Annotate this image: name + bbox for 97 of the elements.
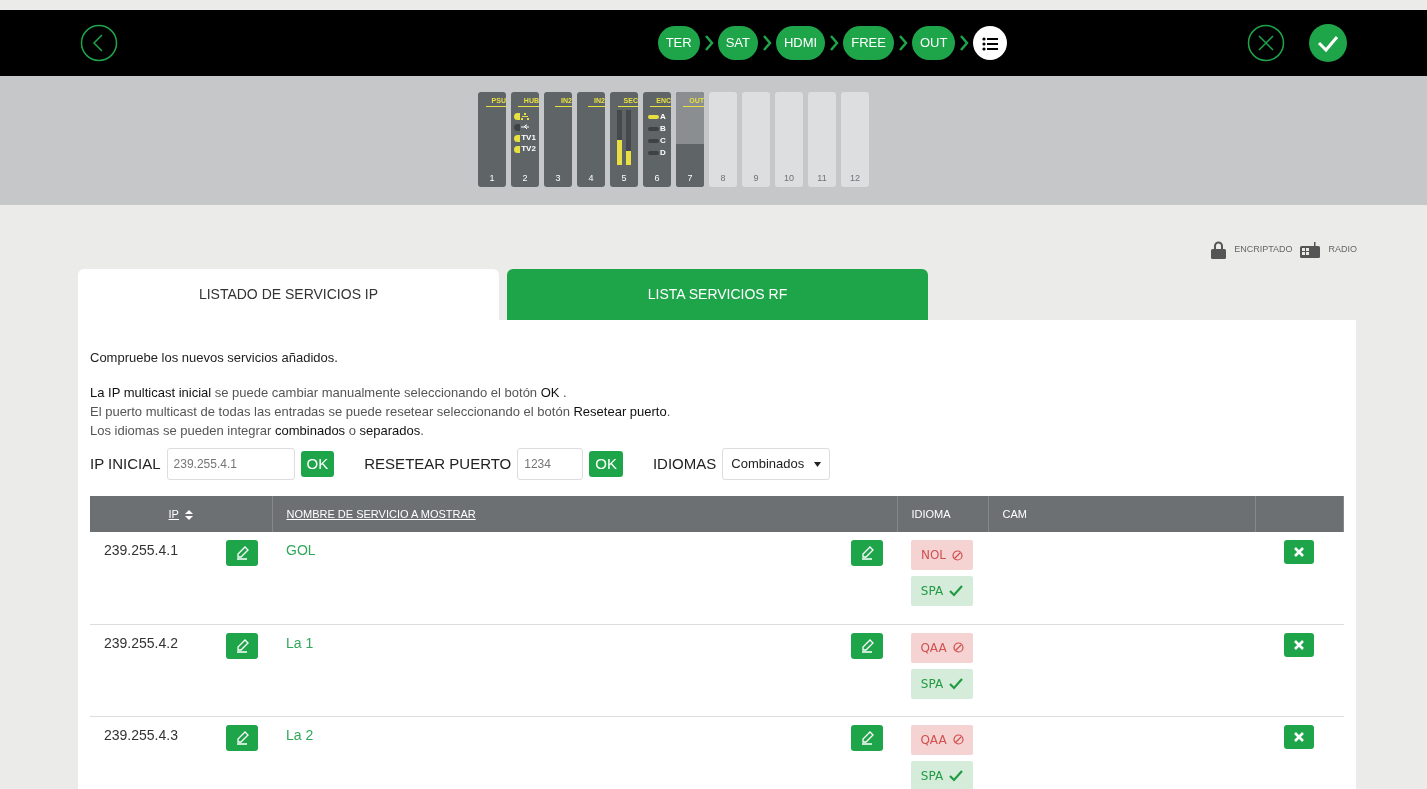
languages-label: IDIOMAS bbox=[652, 453, 717, 474]
sort-icon bbox=[184, 509, 193, 520]
service-name: La 2 bbox=[286, 725, 314, 745]
step-button[interactable]: HDMI bbox=[776, 26, 826, 60]
language-tag: QAA bbox=[911, 632, 973, 663]
edit-button[interactable] bbox=[226, 632, 258, 659]
port-label: TV2 bbox=[521, 145, 536, 153]
port-label: TV1 bbox=[521, 134, 536, 142]
caret-icon bbox=[814, 461, 822, 467]
ok-button[interactable]: OK bbox=[300, 451, 335, 477]
help-text: El puerto multicast de todas las entradas se puede resetear seleccionando el botón Resetear puerto. bbox=[90, 403, 672, 421]
channel-label: C bbox=[660, 136, 666, 145]
slot-number: 4 bbox=[588, 171, 594, 185]
slot-number: 3 bbox=[555, 171, 561, 185]
slot-number: 11 bbox=[817, 171, 827, 185]
chevron-icon bbox=[897, 35, 908, 51]
languages-dropdown[interactable]: Combinados bbox=[722, 448, 831, 480]
pencil-icon bbox=[860, 730, 874, 745]
close-icon bbox=[1293, 546, 1306, 558]
edit-button[interactable] bbox=[851, 632, 883, 659]
slot-number: 6 bbox=[654, 171, 660, 185]
check-icon bbox=[949, 677, 964, 690]
usb-icon bbox=[521, 124, 530, 130]
check-icon bbox=[949, 769, 964, 782]
slot-number: 2 bbox=[522, 171, 528, 185]
column-header: NOMBRE DE SERVICIO A MOSTRAR bbox=[286, 507, 476, 520]
ip-address: 239.255.4.2 bbox=[104, 633, 178, 653]
blocked-icon bbox=[952, 642, 964, 653]
language-tag: SPA bbox=[911, 668, 973, 699]
blocked-icon bbox=[952, 734, 964, 745]
list-icon bbox=[982, 36, 999, 51]
channel-label: A bbox=[660, 112, 666, 121]
channel-label: D bbox=[660, 148, 666, 157]
ok-button[interactable]: OK bbox=[589, 451, 623, 477]
level-meter bbox=[626, 110, 631, 165]
step-button[interactable]: TER bbox=[657, 26, 700, 60]
pencil-icon bbox=[235, 730, 249, 745]
language-tag: SPA bbox=[911, 576, 973, 606]
cancel-button[interactable] bbox=[1247, 24, 1285, 62]
ip-label: IP INICIAL bbox=[90, 453, 161, 474]
list-step-button[interactable] bbox=[973, 26, 1008, 60]
step-button[interactable]: FREE bbox=[843, 26, 894, 60]
step-button[interactable]: SAT bbox=[717, 26, 758, 60]
channel-label: B bbox=[660, 124, 666, 133]
tab[interactable]: LISTA SERVICIOS RF bbox=[507, 269, 928, 320]
pencil-icon bbox=[235, 638, 249, 653]
help-text: La IP multicast inicial se puede cambiar manualmente seleccionando el botón OK . bbox=[90, 384, 568, 402]
pencil-icon bbox=[860, 638, 874, 653]
service-name: La 1 bbox=[286, 633, 314, 653]
port-label: RESETEAR PUERTO bbox=[364, 453, 512, 474]
close-icon bbox=[1293, 730, 1306, 743]
slot-number: 5 bbox=[621, 171, 627, 185]
delete-button[interactable] bbox=[1284, 540, 1315, 564]
tab[interactable]: LISTADO DE SERVICIOS IP bbox=[78, 269, 499, 320]
slot-number: 7 bbox=[687, 171, 693, 185]
column-header: CAM bbox=[1002, 507, 1027, 520]
lock-icon bbox=[1211, 241, 1227, 259]
slot-number: 10 bbox=[784, 171, 794, 185]
pencil-icon bbox=[860, 546, 874, 560]
chevron-icon bbox=[959, 35, 970, 51]
chevron-icon bbox=[703, 35, 714, 51]
slot-number: 1 bbox=[489, 171, 495, 185]
legend-label: RADIO bbox=[1328, 243, 1357, 257]
language-tag: QAA bbox=[911, 724, 973, 755]
chevron-icon bbox=[762, 35, 772, 51]
help-text: Los idiomas se pueden integrar combinados o separados. bbox=[90, 422, 425, 440]
slot-number: 12 bbox=[850, 171, 860, 185]
edit-button[interactable] bbox=[226, 540, 258, 566]
language-tag: NOL bbox=[911, 540, 973, 570]
service-name: GOL bbox=[286, 541, 316, 560]
close-icon bbox=[1293, 638, 1306, 651]
slot-number: 8 bbox=[720, 171, 726, 185]
back-button[interactable] bbox=[80, 24, 118, 62]
delete-button[interactable] bbox=[1284, 724, 1315, 749]
slot-number: 9 bbox=[753, 171, 759, 185]
ip-address: 239.255.4.3 bbox=[104, 725, 178, 745]
pencil-icon bbox=[235, 546, 249, 560]
check-icon bbox=[949, 585, 964, 597]
edit-button[interactable] bbox=[851, 540, 883, 566]
language-tag: SPA bbox=[911, 760, 973, 789]
chevron-icon bbox=[829, 35, 840, 51]
column-header: IDIOMA bbox=[911, 507, 951, 520]
intro-text: Compruebe los nuevos servicios añadidos. bbox=[90, 349, 339, 367]
column-header[interactable]: IP bbox=[168, 507, 179, 520]
level-meter bbox=[617, 110, 622, 165]
blocked-icon bbox=[952, 549, 964, 561]
delete-button[interactable] bbox=[1284, 632, 1315, 657]
step-button[interactable]: OUT bbox=[911, 26, 956, 60]
ip-field[interactable]: 239.255.4.1 bbox=[166, 448, 295, 480]
ip-address: 239.255.4.1 bbox=[104, 541, 178, 560]
legend-label: ENCRIPTADO bbox=[1234, 243, 1293, 257]
edit-button[interactable] bbox=[226, 724, 258, 751]
radio-icon bbox=[1300, 242, 1321, 258]
confirm-button[interactable] bbox=[1309, 24, 1347, 62]
port-field[interactable]: 1234 bbox=[517, 448, 584, 480]
network-icon bbox=[521, 112, 530, 120]
edit-button[interactable] bbox=[851, 724, 883, 751]
